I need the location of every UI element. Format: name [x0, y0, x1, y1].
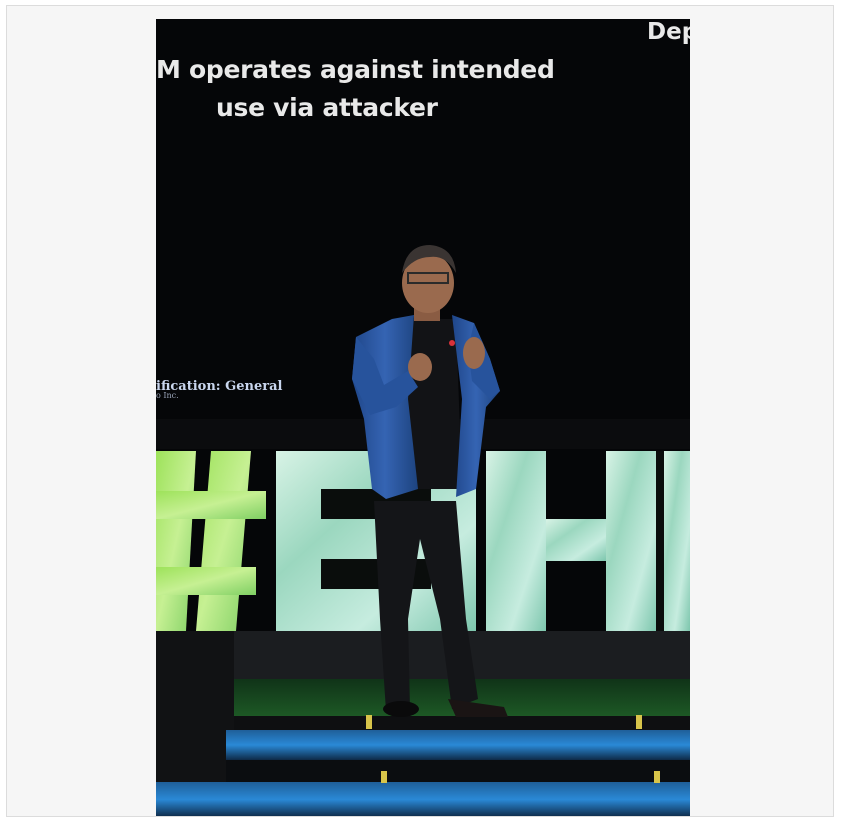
hash-sign-letter — [156, 451, 266, 631]
stage-step-2 — [156, 782, 690, 816]
stage-step-1 — [226, 730, 690, 760]
sign-letter-h — [486, 451, 690, 631]
right-hand — [463, 337, 485, 369]
slide-headline-line-2: use via attacker — [216, 93, 438, 122]
left-hand — [408, 353, 432, 381]
lapel-pin — [449, 340, 455, 346]
left-shoe — [383, 701, 419, 717]
photo-scene — [156, 19, 690, 816]
slide-headline-line-1: M operates against intended — [156, 55, 555, 84]
slide-corner-text: Dep — [647, 19, 690, 45]
stage-riser — [156, 631, 690, 679]
image-frame: M operates against intended use via atta… — [6, 5, 834, 817]
stage-photo: M operates against intended use via atta… — [156, 19, 690, 816]
slide-fine-print: o Inc. — [156, 391, 179, 400]
